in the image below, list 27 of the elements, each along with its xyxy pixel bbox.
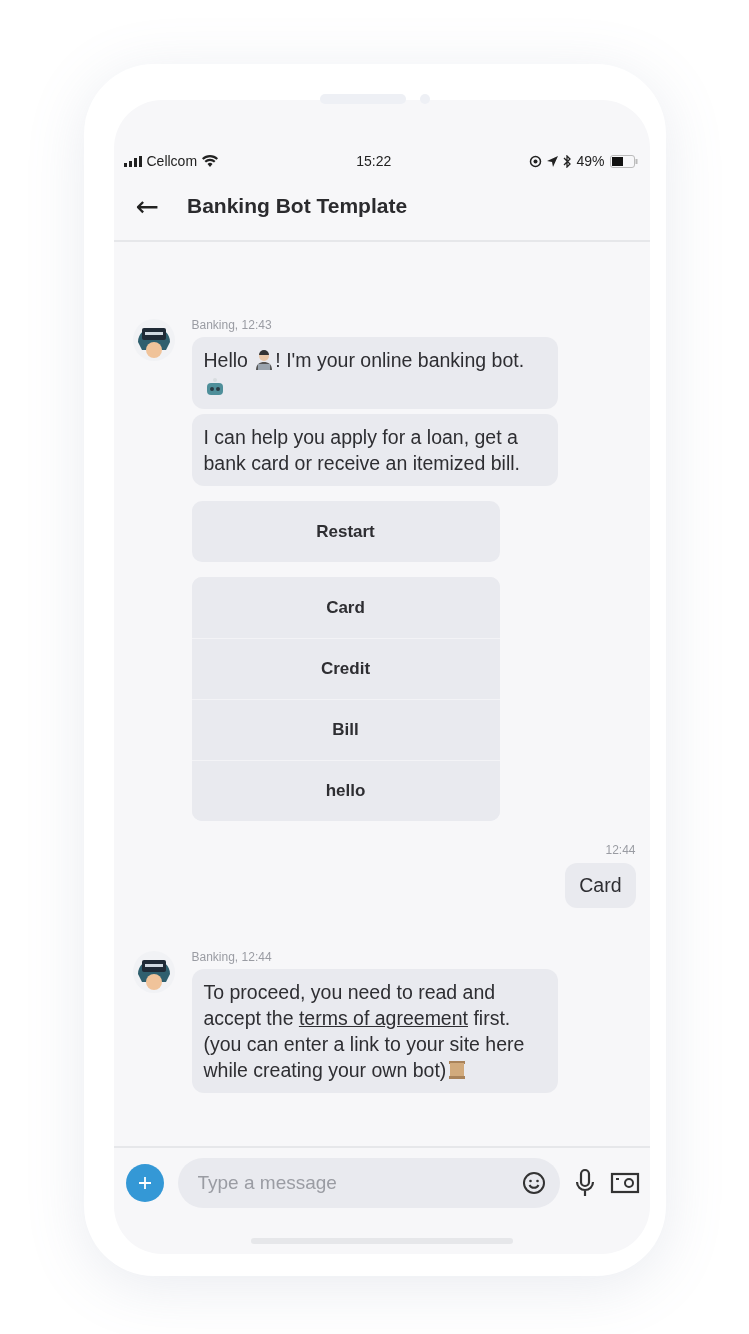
message-text: Hello ! I'm your online banking bot. [203, 349, 525, 397]
location-icon [547, 155, 559, 167]
add-button[interactable] [125, 1164, 164, 1202]
quick-reply-button[interactable]: hello [191, 760, 500, 821]
signal-icon [123, 155, 142, 167]
plus-icon [137, 1176, 152, 1190]
bluetooth-icon [563, 154, 572, 168]
message-text: Card [579, 874, 622, 896]
battery-icon [609, 154, 638, 168]
bank-avatar-icon [131, 950, 176, 994]
microphone-icon[interactable] [573, 1168, 596, 1198]
bank-avatar-icon [131, 318, 176, 362]
clock-time: 15:22 [356, 153, 392, 169]
battery-percent: 49% [576, 153, 605, 169]
message-field[interactable]: Type a message [177, 1158, 560, 1208]
carrier-name: Cellcom [146, 153, 198, 169]
camera-icon[interactable] [609, 1171, 640, 1195]
back-button[interactable]: ← [135, 189, 159, 223]
wifi-icon [202, 155, 219, 167]
message-text: I can help you apply for a loan, get a bank card or receive an itemized bill. [203, 426, 520, 474]
chat-title: Banking Bot Template [186, 194, 408, 218]
sender-time: Banking, 12:43 [191, 318, 272, 332]
emoji-icon[interactable] [521, 1171, 546, 1195]
sender-time: Banking, 12:44 [191, 950, 272, 964]
terms-link[interactable]: terms of agreement [298, 1007, 468, 1029]
message-time: 12:44 [605, 843, 636, 857]
message-text: To proceed, you need to read and accept the terms of agreement first. (you can enter a link to your site here while creating your own bot) [203, 981, 525, 1081]
